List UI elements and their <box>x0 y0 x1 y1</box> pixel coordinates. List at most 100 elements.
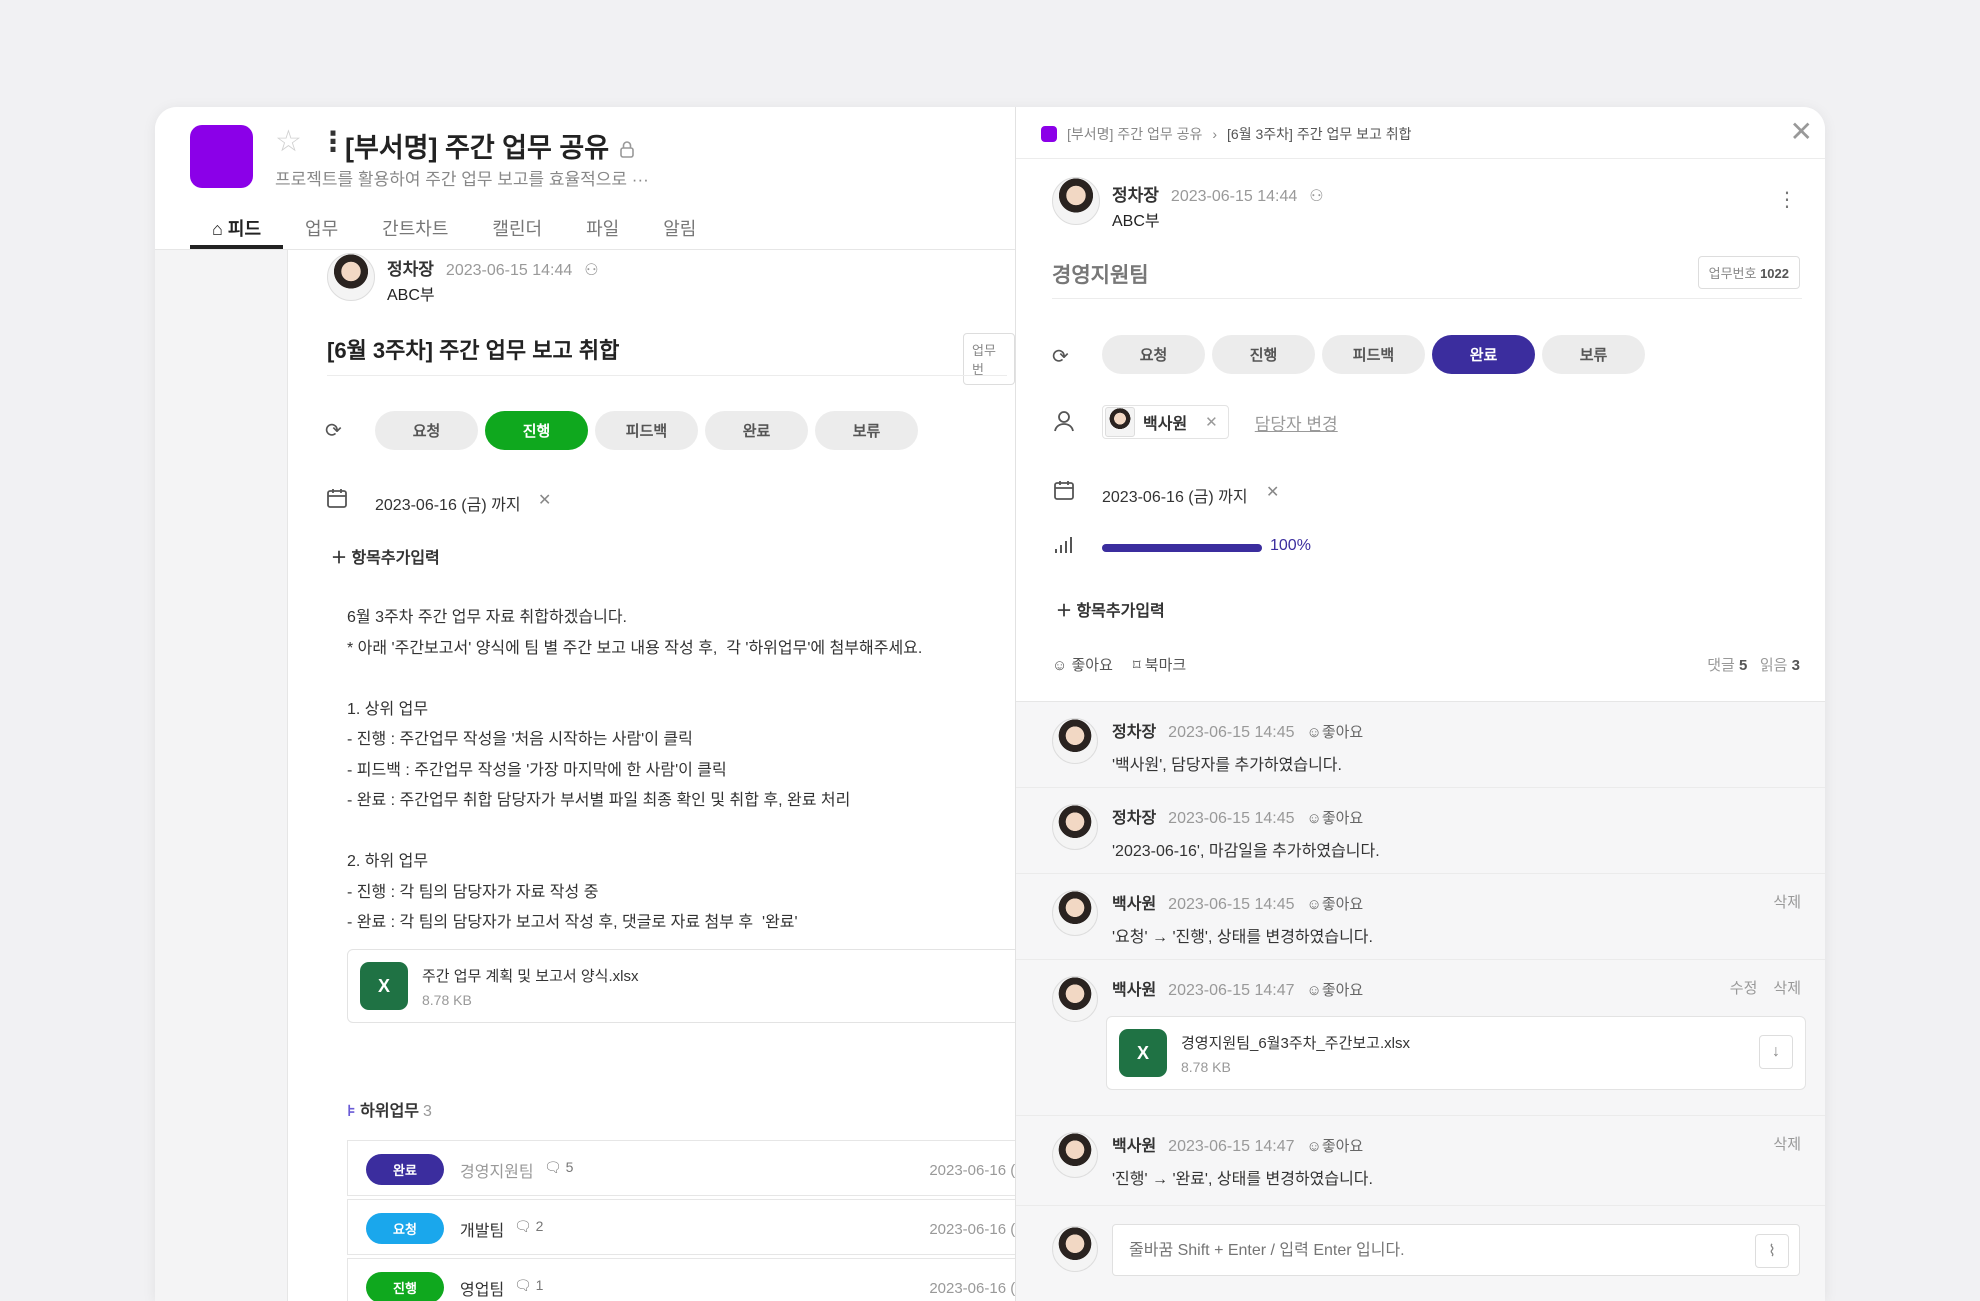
tab-calendar[interactable]: 캘린더 <box>470 203 564 249</box>
comment-item: 백사원 2023-06-15 14:45 ☺좋아요 '요청' → '진행', 상태를… <box>1016 874 1825 960</box>
add-field-button[interactable]: ＋ 항목추가입력 <box>1056 597 1165 621</box>
attach-icon[interactable]: ⌇ <box>1755 1234 1789 1268</box>
breadcrumb: [부서명] 주간 업무 공유 › [6월 3주차] 주간 업무 보고 취합 <box>1041 124 1412 144</box>
change-assignee-link[interactable]: 담당자 변경 <box>1255 410 1338 435</box>
delete-button[interactable]: 삭제 <box>1773 891 1801 912</box>
excel-file-icon: X <box>1119 1029 1167 1077</box>
close-icon[interactable]: ✕ <box>1790 115 1813 148</box>
assignee-chip: 백사원 ✕ <box>1102 405 1229 439</box>
divider <box>1052 298 1802 299</box>
subtask-row[interactable]: 요청 개발팀 🗨 2 2023-06-16 (금) <box>347 1199 1047 1255</box>
comment-count: 🗨 5 <box>544 1159 574 1175</box>
project-logo[interactable] <box>190 125 253 188</box>
kebab-menu-icon[interactable]: ⋮ <box>319 125 347 158</box>
avatar <box>1052 1132 1098 1178</box>
project-description: 프로젝트를 활용하여 주간 업무 보고를 효율적으로 ··· <box>275 170 649 189</box>
project-tabs: ⌂ 피드 업무 간트차트 캘린더 파일 알림 <box>190 203 718 249</box>
comment-item: 정차장 2023-06-15 14:45 ☺좋아요 '2023-06-16', 마감… <box>1016 788 1825 874</box>
feed-gutter <box>155 250 288 1301</box>
due-date: 2023-06-16 (금) 까지 <box>1102 489 1248 506</box>
avatar <box>327 253 375 301</box>
like-button[interactable]: ☺좋아요 <box>1307 979 1364 1000</box>
avatar <box>1052 177 1100 225</box>
tab-feed[interactable]: ⌂ 피드 <box>190 203 284 249</box>
breadcrumb-project[interactable]: [부서명] 주간 업무 공유 <box>1067 124 1202 144</box>
chevron-right-icon: › <box>1212 126 1218 142</box>
comment-list: 정차장 2023-06-15 14:45 ☺좋아요 '백사원', 담당자를 추가하였… <box>1016 701 1825 1301</box>
download-icon[interactable]: ↓ <box>1759 1035 1793 1069</box>
detail-author: 정차장 2023-06-15 14:44 ⚇ <box>1112 186 1324 205</box>
status-refresh-icon: ⟳ <box>325 420 342 442</box>
task-number-badge: 업무번호 1022 <box>1697 256 1800 289</box>
status-hold[interactable]: 보류 <box>1542 335 1645 374</box>
status-feedback[interactable]: 피드백 <box>1322 335 1425 374</box>
comment-icon: 🗨 <box>514 1218 532 1234</box>
status-request[interactable]: 요청 <box>375 411 478 450</box>
assignee-row: 백사원 ✕ 담당자 변경 <box>1102 405 1338 439</box>
divider <box>327 375 1007 376</box>
subtask-row[interactable]: 완료 경영지원팀 🗨 5 2023-06-16 (금) <box>347 1140 1047 1196</box>
task-detail-panel: [부서명] 주간 업무 공유 › [6월 3주차] 주간 업무 보고 취합 ✕ … <box>1015 107 1825 1301</box>
bookmark-button[interactable]: ⌑ 북마크 <box>1133 654 1186 675</box>
comment-item: 백사원 2023-06-15 14:47 ☺좋아요 수정 삭제 X 경영지원팀_6월3… <box>1016 960 1825 1116</box>
comment-item: 정차장 2023-06-15 14:45 ☺좋아요 '백사원', 담당자를 추가하였… <box>1016 702 1825 788</box>
comment-count: 🗨 1 <box>514 1277 544 1293</box>
attached-file[interactable]: X 주간 업무 계획 및 보고서 양식.xlsx 8.78 KB <box>347 949 1047 1023</box>
app-window: ☆ ⋮ [부서명] 주간 업무 공유 프로젝트를 활용하여 주간 업무 보고를 … <box>155 107 1825 1301</box>
like-button[interactable]: ☺좋아요 <box>1307 721 1364 742</box>
subtask-row[interactable]: 진행 영업팀 🗨 1 2023-06-16 (금) <box>347 1258 1047 1301</box>
status-progress[interactable]: 진행 <box>1212 335 1315 374</box>
due-date: 2023-06-16 (금) 까지 <box>375 497 521 514</box>
counts: 댓글 5 읽음 3 <box>1707 657 1800 674</box>
status-done[interactable]: 완료 <box>1432 335 1535 374</box>
progress-bar[interactable] <box>1102 544 1262 552</box>
post-title: [6월 3주차] 주간 업무 보고 취합 <box>327 338 620 363</box>
clear-due-icon[interactable]: ✕ <box>538 490 551 510</box>
tab-alerts[interactable]: 알림 <box>641 203 718 249</box>
comment-input[interactable] <box>1129 1237 1729 1265</box>
detail-dept: ABC부 <box>1112 213 1160 230</box>
avatar <box>1052 1226 1098 1272</box>
status-hold[interactable]: 보류 <box>815 411 918 450</box>
people-icon: ⚇ <box>584 262 599 279</box>
delete-button[interactable]: 삭제 <box>1773 1133 1801 1154</box>
avatar <box>1052 890 1098 936</box>
breadcrumb-task[interactable]: [6월 3주차] 주간 업무 보고 취합 <box>1227 124 1411 144</box>
excel-file-icon: X <box>360 962 408 1010</box>
avatar <box>1105 407 1135 437</box>
tab-tasks[interactable]: 업무 <box>283 203 360 249</box>
like-button[interactable]: ☺좋아요 <box>1307 807 1364 828</box>
comment-item: 백사원 2023-06-15 14:47 ☺좋아요 '진행' → '완료', 상태를… <box>1016 1116 1825 1206</box>
divider <box>1016 158 1825 159</box>
task-number-badge: 업무번 <box>963 333 1015 385</box>
add-field-button[interactable]: ＋ 항목추가입력 <box>331 544 440 568</box>
like-button[interactable]: ☺좋아요 <box>1307 1135 1364 1156</box>
lock-icon <box>619 134 635 165</box>
people-icon: ⚇ <box>1309 188 1324 205</box>
progress-bars-icon <box>1053 535 1073 561</box>
status-done[interactable]: 완료 <box>705 411 808 450</box>
post-dept: ABC부 <box>387 287 435 304</box>
subtask-tree-icon: ⊧ <box>347 1103 356 1120</box>
project-title: [부서명] 주간 업무 공유 <box>345 126 635 165</box>
progress-fill <box>1102 544 1262 552</box>
home-icon: ⌂ <box>212 219 223 239</box>
tab-gantt[interactable]: 간트차트 <box>360 203 470 249</box>
like-button[interactable]: ☺ 좋아요 <box>1052 654 1113 675</box>
status-feedback[interactable]: 피드백 <box>595 411 698 450</box>
status-request[interactable]: 요청 <box>1102 335 1205 374</box>
more-options-icon[interactable]: ⋮ <box>1777 187 1797 212</box>
status-refresh-icon: ⟳ <box>1052 346 1069 368</box>
delete-button[interactable]: 삭제 <box>1773 977 1801 998</box>
clear-due-icon[interactable]: ✕ <box>1266 482 1279 502</box>
star-icon[interactable]: ☆ <box>275 124 302 159</box>
tab-files[interactable]: 파일 <box>564 203 641 249</box>
status-progress[interactable]: 진행 <box>485 411 588 450</box>
avatar <box>1052 718 1098 764</box>
edit-button[interactable]: 수정 <box>1730 977 1758 998</box>
remove-assignee-icon[interactable]: ✕ <box>1205 413 1218 431</box>
attached-file[interactable]: X 경영지원팀_6월3주차_주간보고.xlsx 8.78 KB ↓ <box>1106 1016 1806 1090</box>
comment-count: 🗨 2 <box>514 1218 544 1234</box>
like-button[interactable]: ☺좋아요 <box>1307 893 1364 914</box>
post-body: 6월 3주차 주간 업무 자료 취합하겠습니다. * 아래 '주간보고서' 양식… <box>347 609 923 931</box>
